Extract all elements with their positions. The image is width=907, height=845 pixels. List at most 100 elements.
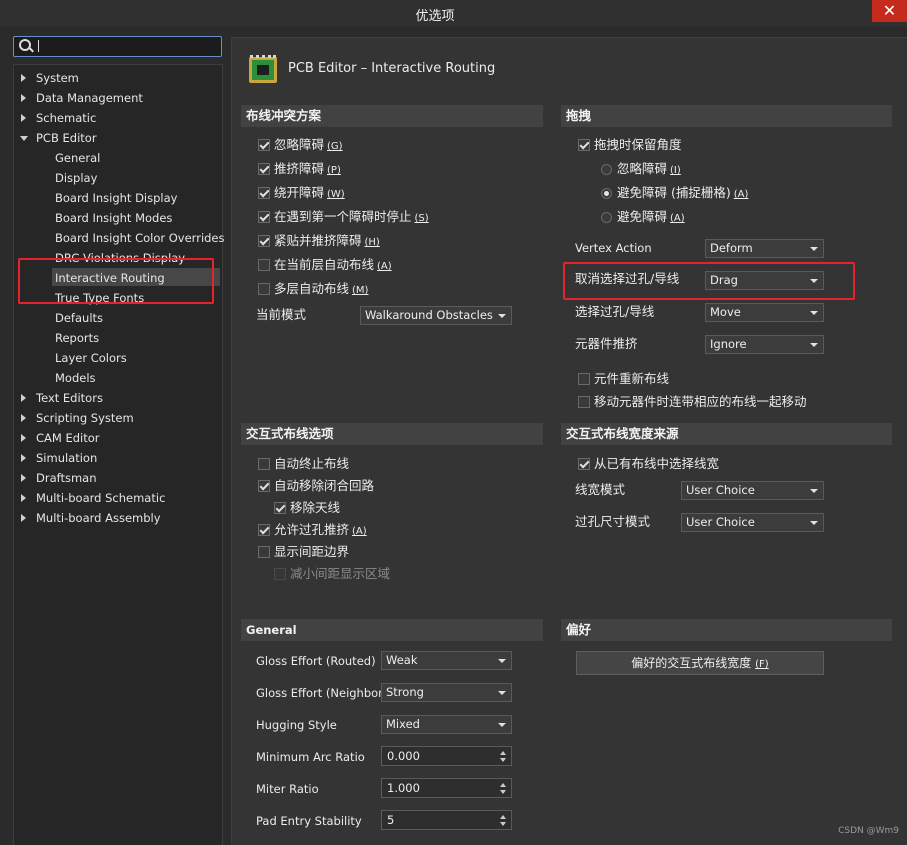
spin-up-icon[interactable] — [500, 815, 506, 819]
conflict-option-label: 紧贴并推挤障碍 (H) — [274, 233, 380, 251]
conflict-option-shortcut: (A) — [377, 261, 392, 272]
general-row-value: Weak — [386, 653, 418, 667]
chevron-right-icon[interactable] — [21, 454, 26, 462]
general-row-dropdown[interactable]: Weak — [381, 651, 512, 670]
move-with-checkbox[interactable] — [578, 396, 590, 408]
search-box[interactable] — [13, 36, 222, 57]
current-mode-value: Walkaround Obstacles — [365, 308, 493, 322]
drag-radio[interactable] — [601, 212, 612, 223]
general-row-dropdown[interactable]: Mixed — [381, 715, 512, 734]
general-row-dropdown[interactable]: Strong — [381, 683, 512, 702]
via-size-value: User Choice — [686, 515, 755, 529]
keep-angle-checkbox[interactable] — [578, 139, 590, 151]
tree-item-reports[interactable]: Reports — [55, 330, 99, 346]
section-header-drag: 拖拽 — [561, 105, 892, 127]
section-header-conflict: 布线冲突方案 — [241, 105, 543, 127]
tree-item-simulation[interactable]: Simulation — [36, 450, 97, 466]
tree-item-multi-board-assembly[interactable]: Multi-board Assembly — [36, 510, 161, 526]
chevron-right-icon[interactable] — [21, 114, 26, 122]
option-checkbox[interactable] — [274, 502, 286, 514]
vertex-action-dropdown[interactable]: Deform — [705, 239, 824, 258]
option-text: 移除天线 — [290, 500, 341, 515]
option-checkbox[interactable] — [258, 524, 270, 536]
conflict-checkbox[interactable] — [258, 259, 270, 271]
conflict-checkbox[interactable] — [258, 139, 270, 151]
favorite-widths-button[interactable]: 偏好的交互式布线宽度 (F) — [576, 651, 824, 675]
chevron-down-icon[interactable] — [20, 136, 28, 141]
chevron-right-icon[interactable] — [21, 434, 26, 442]
option-text: 显示间距边界 — [274, 544, 350, 559]
chevron-down-icon — [810, 521, 818, 525]
conflict-option-shortcut: (H) — [364, 237, 380, 248]
search-input[interactable] — [36, 38, 220, 55]
chevron-down-icon — [498, 314, 506, 318]
tree-item-schematic[interactable]: Schematic — [36, 110, 96, 126]
spin-down-icon[interactable] — [500, 790, 506, 794]
via-size-dropdown[interactable]: User Choice — [681, 513, 824, 532]
close-button[interactable]: ✕ — [872, 0, 907, 22]
chevron-right-icon[interactable] — [21, 474, 26, 482]
favorite-widths-label: 偏好的交互式布线宽度 — [631, 656, 752, 670]
reroute-checkbox[interactable] — [578, 373, 590, 385]
conflict-option-text: 在遇到第一个障碍时停止 — [274, 209, 412, 224]
conflict-option-label: 在当前层自动布线 (A) — [274, 257, 392, 275]
conflict-checkbox[interactable] — [258, 187, 270, 199]
conflict-option-text: 绕开障碍 — [274, 185, 325, 200]
tree-item-cam-editor[interactable]: CAM Editor — [36, 430, 100, 446]
chevron-right-icon[interactable] — [21, 514, 26, 522]
select-via-dropdown[interactable]: Move — [705, 303, 824, 322]
tree-item-defaults[interactable]: Defaults — [55, 310, 103, 326]
option-checkbox[interactable] — [258, 458, 270, 470]
pick-width-checkbox[interactable] — [578, 458, 590, 470]
option-checkbox[interactable] — [258, 546, 270, 558]
conflict-checkbox[interactable] — [258, 211, 270, 223]
tree-item-scripting-system[interactable]: Scripting System — [36, 410, 134, 426]
tree-item-models[interactable]: Models — [55, 370, 96, 386]
section-header-favorites: 偏好 — [561, 619, 892, 641]
component-push-dropdown[interactable]: Ignore — [705, 335, 824, 354]
tree-item-display[interactable]: Display — [55, 170, 97, 186]
current-mode-dropdown[interactable]: Walkaround Obstacles — [360, 306, 512, 325]
conflict-checkbox[interactable] — [258, 283, 270, 295]
drag-radio[interactable] — [601, 188, 612, 199]
chevron-right-icon[interactable] — [21, 394, 26, 402]
tree-item-board-insight-color-overrides[interactable]: Board Insight Color Overrides — [55, 230, 225, 246]
option-label: 显示间距边界 — [274, 544, 352, 562]
general-row-spinbox[interactable]: 1.000 — [381, 778, 512, 798]
spin-up-icon[interactable] — [500, 783, 506, 787]
tree-item-board-insight-display[interactable]: Board Insight Display — [55, 190, 177, 206]
width-mode-dropdown[interactable]: User Choice — [681, 481, 824, 500]
conflict-option-text: 多层自动布线 — [274, 281, 350, 296]
option-checkbox[interactable] — [258, 480, 270, 492]
conflict-option-label: 绕开障碍 (W) — [274, 185, 345, 203]
tree-item-layer-colors[interactable]: Layer Colors — [55, 350, 127, 366]
options-tree: System Data Management Schematic PCB Editor… — [13, 64, 225, 845]
chevron-right-icon[interactable] — [21, 494, 26, 502]
spin-up-icon[interactable] — [500, 751, 506, 755]
chevron-right-icon[interactable] — [21, 414, 26, 422]
general-row-value: 1.000 — [387, 781, 420, 795]
conflict-checkbox[interactable] — [258, 235, 270, 247]
option-label: 自动移除闭合回路 — [274, 478, 377, 496]
option-text: 减小间距显示区域 — [290, 566, 391, 581]
chevron-right-icon[interactable] — [21, 74, 26, 82]
conflict-option-label: 多层自动布线 (M) — [274, 281, 368, 299]
drag-radio-text: 避免障碍 (捕捉栅格) — [617, 185, 731, 200]
tree-item-draftsman[interactable]: Draftsman — [36, 470, 97, 486]
chevron-right-icon[interactable] — [21, 94, 26, 102]
conflict-checkbox[interactable] — [258, 163, 270, 175]
conflict-option-shortcut: (G) — [327, 141, 343, 152]
current-mode-label: 当前模式 — [256, 307, 307, 322]
spin-down-icon[interactable] — [500, 758, 506, 762]
general-row-spinbox[interactable]: 5 — [381, 810, 512, 830]
tree-item-pcb-editor[interactable]: PCB Editor — [36, 130, 97, 146]
tree-item-system[interactable]: System — [36, 70, 79, 86]
general-row-spinbox[interactable]: 0.000 — [381, 746, 512, 766]
tree-item-multi-board-schematic[interactable]: Multi-board Schematic — [36, 490, 165, 506]
tree-item-data-management[interactable]: Data Management — [36, 90, 143, 106]
tree-item-board-insight-modes[interactable]: Board Insight Modes — [55, 210, 172, 226]
tree-item-text-editors[interactable]: Text Editors — [36, 390, 103, 406]
drag-radio[interactable] — [601, 164, 612, 175]
spin-down-icon[interactable] — [500, 822, 506, 826]
tree-item-general[interactable]: General — [55, 150, 100, 166]
